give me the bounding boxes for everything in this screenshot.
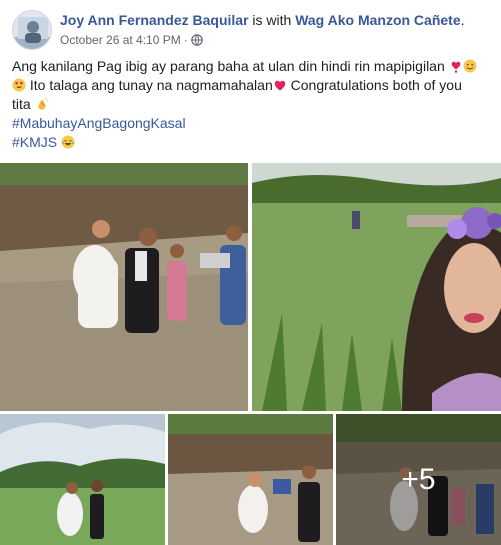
caption-text-2: Ito talaga ang tunay na nagmamahalan	[26, 77, 273, 93]
caption-line-1: Ang kanilang Pag ibig ay parang baha at …	[12, 57, 490, 76]
globe-icon[interactable]	[190, 34, 203, 46]
post-timestamp[interactable]: October 26 at 4:10 PM	[60, 33, 181, 47]
tagged-person-link[interactable]: Wag Ako Manzon Cañete	[295, 12, 460, 28]
facebook-post: Joy Ann Fernandez Baquilar is with Wag A…	[0, 0, 501, 545]
photo-couple-field-sky[interactable]	[0, 414, 165, 545]
caption-line-4: #MabuhayAngBagongKasal	[12, 114, 490, 133]
photo-more-wedding[interactable]: +5	[336, 414, 501, 545]
meta-separator: ·	[183, 33, 188, 47]
post-meta: October 26 at 4:10 PM ·	[60, 32, 203, 48]
caption-text-2b: Congratulations both of you	[286, 77, 462, 93]
heart-eyes-icon	[12, 78, 26, 92]
more-photos-count: +5	[401, 462, 436, 496]
author-name-link[interactable]: Joy Ann Fernandez Baquilar	[60, 12, 249, 28]
post-caption: Ang kanilang Pag ibig ay parang baha at …	[12, 57, 490, 152]
photo-grid: +5	[0, 163, 501, 545]
more-photos-overlay[interactable]: +5	[336, 414, 501, 545]
heart-exclamation-icon	[449, 59, 463, 73]
avatar-image	[13, 11, 51, 49]
caption-line-5: #KMJS	[12, 133, 490, 152]
author-line: Joy Ann Fernandez Baquilar is with Wag A…	[60, 11, 465, 29]
hashtag-link[interactable]: #MabuhayAngBagongKasal	[12, 115, 186, 131]
caption-text-1: Ang kanilang Pag ibig ay parang baha at …	[12, 58, 445, 74]
photo-bride-selfie-field[interactable]	[252, 163, 501, 411]
red-heart-icon	[273, 78, 287, 92]
photo-couple-crossing-river[interactable]	[168, 414, 333, 545]
caption-line-2: Ito talaga ang tunay na nagmamahalan Con…	[12, 76, 490, 95]
smiling-face-icon	[463, 59, 477, 73]
hashtag-link[interactable]: #KMJS	[12, 134, 57, 150]
tagged-suffix: .	[460, 12, 465, 28]
clapping-hands-icon	[35, 97, 49, 111]
caption-text-3: tita	[12, 96, 31, 112]
author-avatar[interactable]	[12, 10, 52, 50]
laughing-tears-icon	[61, 135, 75, 149]
caption-line-3: tita	[12, 95, 490, 114]
post-header: Joy Ann Fernandez Baquilar is with Wag A…	[12, 10, 492, 50]
with-text: is with	[248, 12, 296, 28]
photo-wedding-couple-river[interactable]	[0, 163, 248, 411]
